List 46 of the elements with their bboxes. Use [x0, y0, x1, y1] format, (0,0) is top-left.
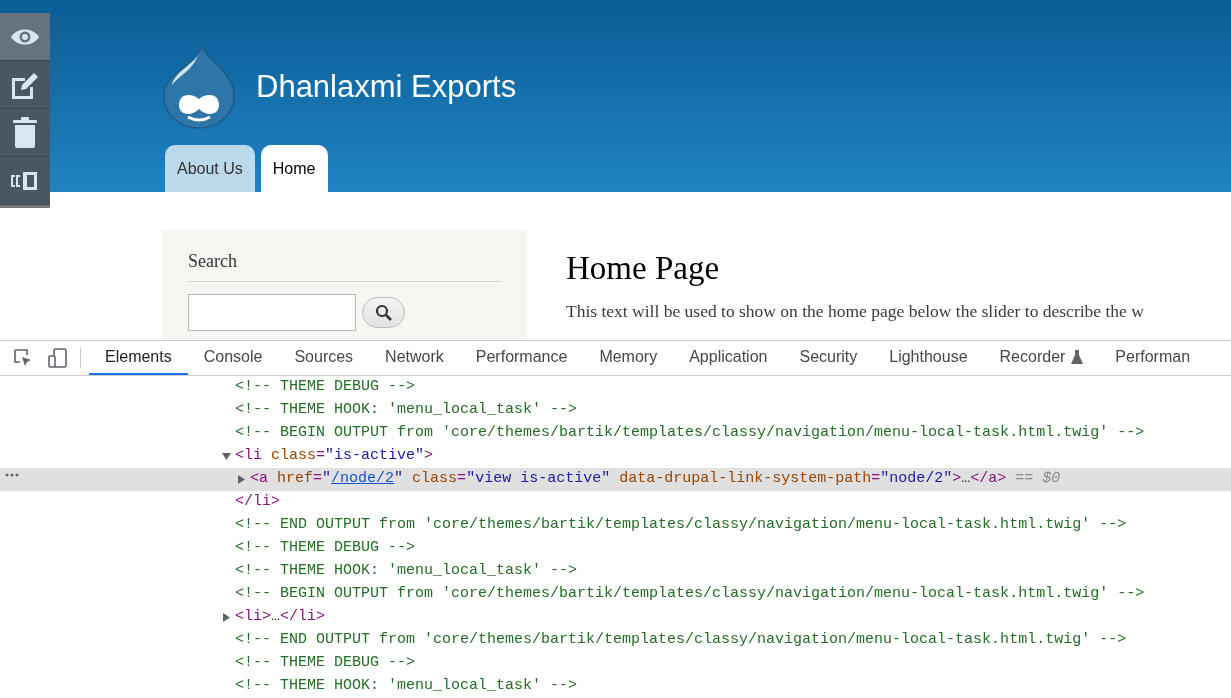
devtools-tab[interactable]: Recorder — [983, 341, 1100, 375]
devtools-tab[interactable]: Sources — [278, 341, 370, 375]
toolbar-button[interactable] — [0, 13, 50, 61]
flask-icon — [1071, 350, 1084, 364]
devtools-tab[interactable]: Console — [187, 341, 279, 375]
code-line: <li>…</li> — [235, 607, 326, 628]
devtools-tab[interactable]: Elements — [89, 341, 188, 375]
expand-triangle-icon[interactable] — [222, 613, 231, 622]
block-title: Search — [188, 248, 501, 282]
code-line: <!-- THEME DEBUG --> — [235, 538, 416, 559]
page-title: Home Page — [566, 249, 721, 288]
search-icon — [374, 303, 393, 322]
code-line: </li> — [235, 492, 280, 513]
device-toolbar-icon[interactable] — [48, 348, 68, 368]
code-line: <!-- THEME HOOK: 'menu_local_task' --> — [235, 561, 578, 582]
site-name[interactable]: Dhanlaxmi Exports — [256, 63, 517, 111]
search-field[interactable] — [188, 294, 356, 331]
code-line: <!-- THEME DEBUG --> — [235, 377, 416, 398]
devtools-tab[interactable]: Lighthouse — [873, 341, 984, 375]
devtools-tab[interactable]: Performan — [1099, 341, 1207, 375]
code-line: <!-- BEGIN OUTPUT from 'core/themes/bartik/templates/classy/navigation/menu-local-task.html.twig' --> — [235, 584, 1145, 605]
expand-triangle-icon[interactable] — [237, 475, 246, 484]
code-line: <!-- THEME DEBUG --> — [235, 653, 416, 674]
body-text: This text will be used to show on the home page below the slider to describe the w — [566, 300, 1145, 323]
collapse-triangle-icon[interactable] — [222, 452, 231, 461]
code-line: <!-- THEME HOOK: 'menu_local_task' --> — [235, 400, 578, 421]
code-line: <!-- THEME HOOK: 'menu_local_task' --> — [235, 676, 578, 697]
devtools-tab[interactable]: Security — [783, 341, 874, 375]
more-icon[interactable] — [4, 472, 20, 478]
code-line: <!-- END OUTPUT from 'core/themes/bartik/templates/classy/navigation/menu-local-task.html.twig' --> — [235, 515, 1127, 536]
nav-tab[interactable]: Home — [260, 145, 328, 192]
trash-icon — [12, 116, 38, 149]
code-line: <!-- END OUTPUT from 'core/themes/bartik/templates/classy/navigation/menu-local-task.html.twig' --> — [235, 630, 1127, 651]
search-button[interactable] — [362, 297, 405, 328]
layout-toggle-icon — [11, 170, 39, 191]
code-line: <!-- BEGIN OUTPUT from 'core/themes/bartik/templates/classy/navigation/menu-local-task.html.twig' --> — [235, 423, 1145, 444]
devtools-tab[interactable]: Memory — [583, 341, 674, 375]
devtools-tab[interactable]: Network — [369, 341, 460, 375]
selected-row[interactable]: <a href="/node/2" class="view is-active" data-drupal-link-system-path="node/2">…</a> == $0 — [0, 468, 1231, 491]
inspect-icon[interactable] — [14, 349, 32, 367]
link[interactable]: /node/2 — [331, 470, 395, 488]
nav-tab[interactable]: About Us — [165, 145, 255, 192]
code-line: <a href="/node/2" class="view is-active" data-drupal-link-system-path="node/2">…</a> == $0 — [250, 469, 1061, 490]
devtools-tab[interactable]: Application — [673, 341, 784, 375]
devtools-tab[interactable]: Performance — [459, 341, 584, 375]
code-line: <li class="is-active"> — [235, 446, 434, 467]
